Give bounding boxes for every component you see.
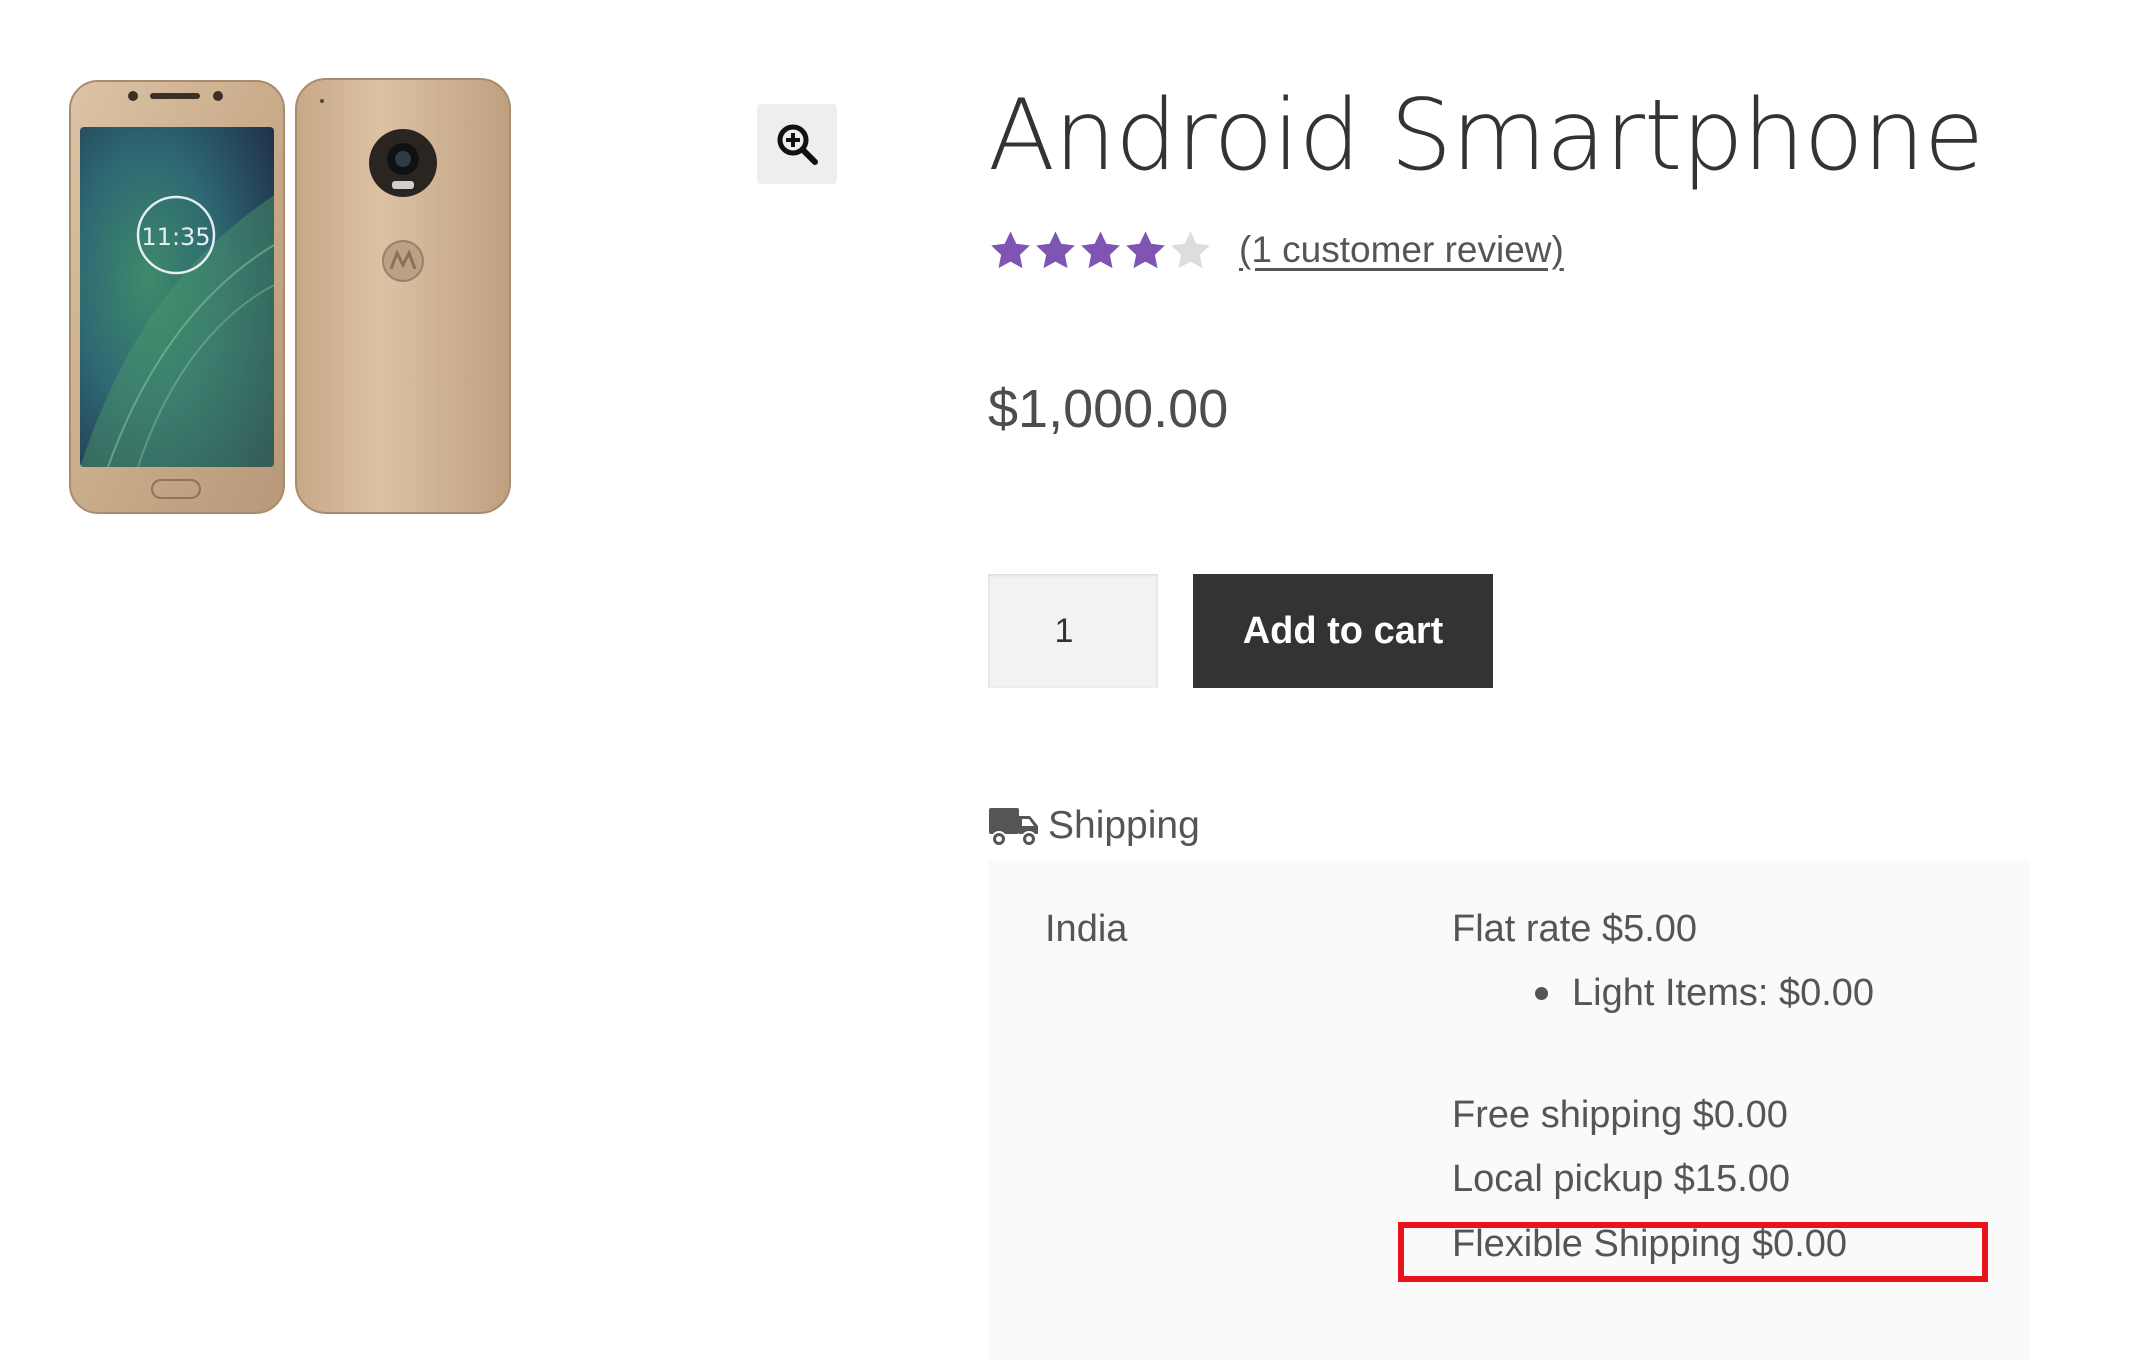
product-page: 11:35 Android Smartphone (1 customer rev… xyxy=(0,0,2132,1360)
zoom-in-icon xyxy=(777,124,818,165)
svg-text:11:35: 11:35 xyxy=(141,223,210,251)
shipping-label: Shipping xyxy=(1048,804,1200,847)
flat-rate-class-item: Light Items: $0.00 xyxy=(1535,972,1874,1015)
product-price: $1,000.00 xyxy=(988,379,1229,439)
star-rating xyxy=(988,228,1213,273)
product-image[interactable]: 11:35 xyxy=(68,75,513,515)
highlight-annotation xyxy=(1398,1222,1988,1282)
product-rating: (1 customer review) xyxy=(988,226,1564,274)
star-empty-icon xyxy=(1171,230,1210,268)
quantity-input[interactable] xyxy=(988,574,1158,688)
shipping-heading: Shipping xyxy=(988,800,1200,852)
shipping-method-free-shipping: Free shipping $0.00 xyxy=(1452,1094,1788,1136)
customer-review-link[interactable]: (1 customer review) xyxy=(1239,229,1564,271)
truck-icon xyxy=(989,808,1038,847)
bullet-icon xyxy=(1535,987,1548,1000)
zoom-button[interactable] xyxy=(757,104,837,184)
add-to-cart-button[interactable]: Add to cart xyxy=(1193,574,1493,688)
star-filled-icon xyxy=(1081,230,1120,268)
flat-rate-class-label: Light Items: $0.00 xyxy=(1572,972,1875,1014)
shipping-country: India xyxy=(1045,908,1128,950)
shipping-method-local-pickup: Local pickup $15.00 xyxy=(1452,1158,1791,1200)
star-filled-icon xyxy=(1036,230,1075,268)
shipping-method-flat-rate: Flat rate $5.00 xyxy=(1452,908,1698,950)
product-title: Android Smartphone xyxy=(988,79,1984,193)
star-filled-icon xyxy=(1126,230,1165,268)
phone-photo: 11:35 xyxy=(69,78,511,514)
star-filled-icon xyxy=(991,230,1030,268)
